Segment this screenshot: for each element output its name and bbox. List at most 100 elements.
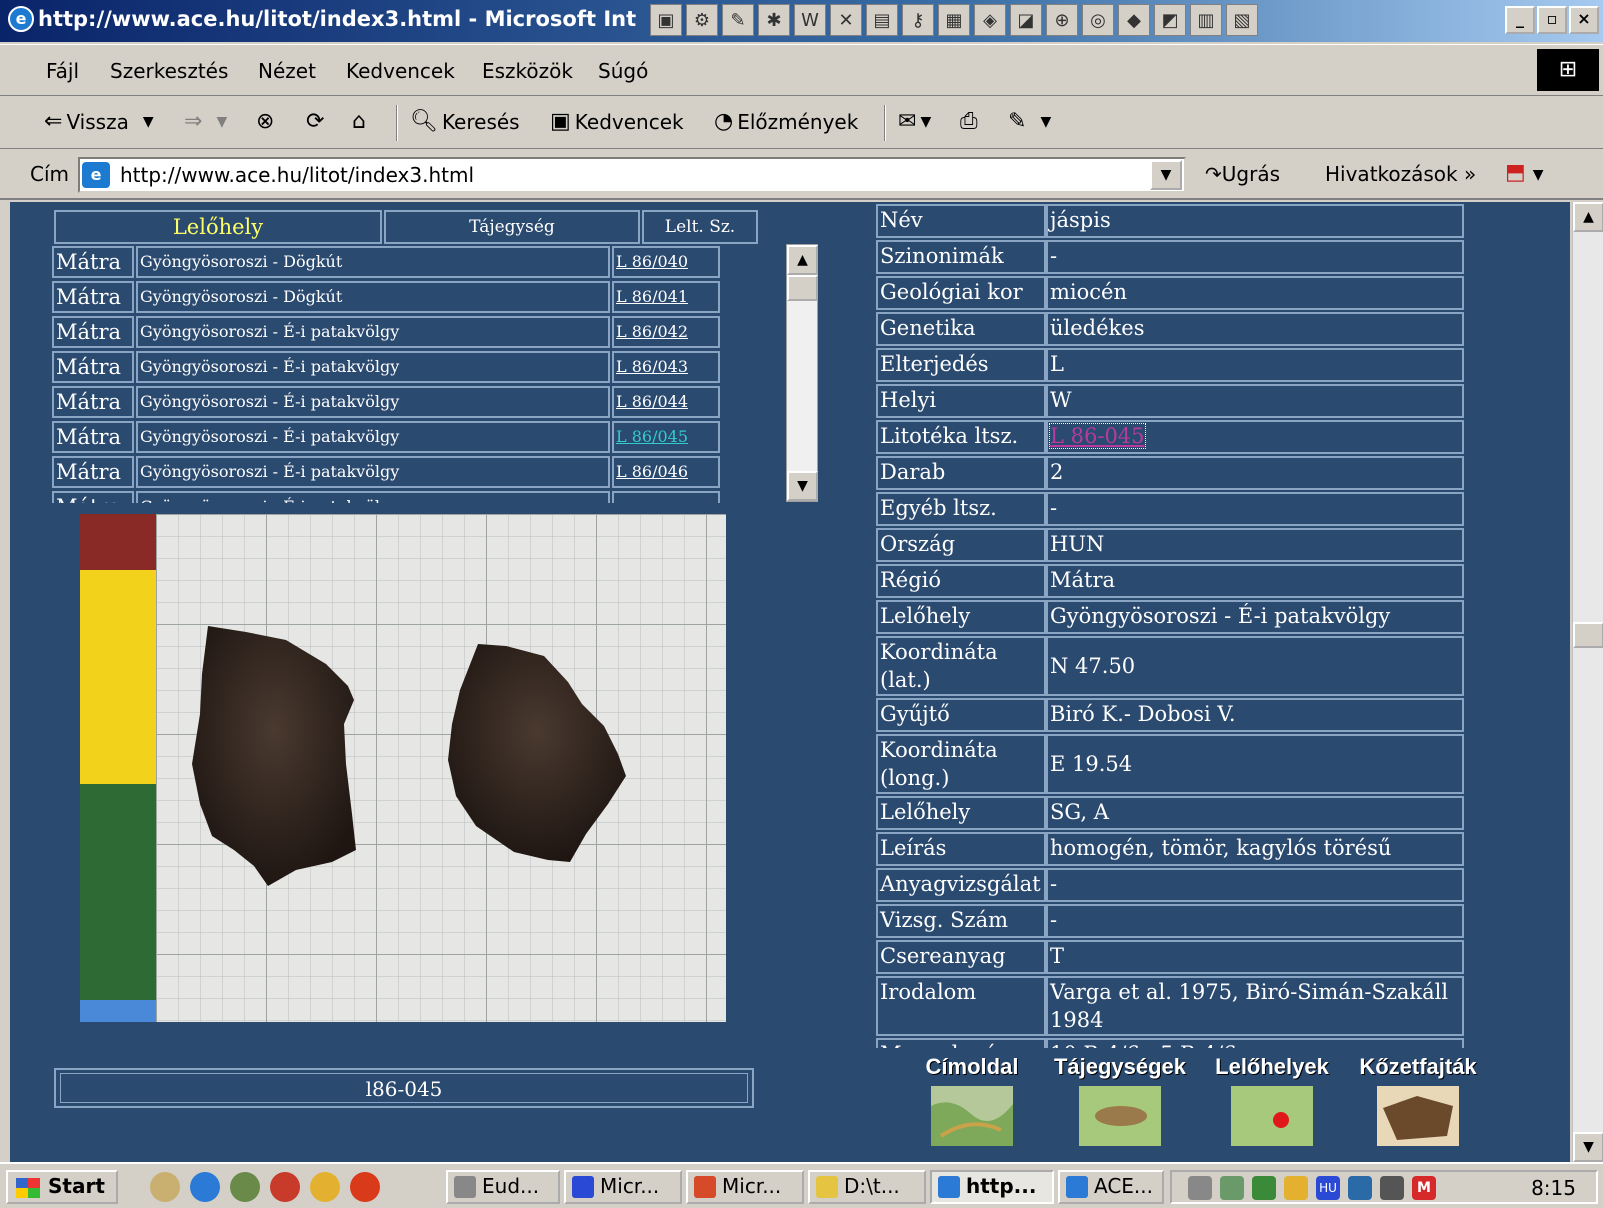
print-button[interactable]: ⎙ [960, 109, 978, 134]
menu-view[interactable]: Nézet [258, 59, 316, 83]
forward-button[interactable]: ⇒ ▼ [184, 109, 227, 134]
opera-quicklaunch-icon[interactable] [270, 1172, 300, 1202]
menu-help[interactable]: Súgó [598, 59, 648, 83]
dropdown-icon[interactable]: ▼ [216, 114, 227, 130]
address-input[interactable]: http://www.ace.hu/litot/index3.html [78, 157, 1186, 193]
row-id-link[interactable]: L 86/042 [612, 316, 720, 348]
links-button[interactable]: Hivatkozások » [1325, 162, 1476, 186]
task-eudora[interactable]: Eud... [446, 1170, 560, 1204]
edit-button[interactable]: ✎ ▼ [1008, 109, 1051, 134]
toolbar-icon[interactable]: W [794, 4, 826, 36]
home-button[interactable]: ⌂ [352, 109, 366, 134]
nav-rock-types[interactable]: Kőzetfajták [1348, 1054, 1488, 1150]
detail-row: Koordináta (long.) E 19.54 [876, 734, 1464, 794]
volume-icon[interactable] [1188, 1176, 1212, 1200]
list-row[interactable]: Mátra Gyöngyösoroszi - É-i patakvölgy L 86… [52, 456, 752, 490]
list-row[interactable]: Mátra Gyöngyösoroszi - Dögkút L 86/041 [52, 281, 752, 315]
tray-icon[interactable] [1252, 1176, 1276, 1200]
history-button[interactable]: ◔ Előzmények [714, 109, 858, 134]
toolbar-icon[interactable]: ⊕ [1046, 4, 1078, 36]
task-explorer[interactable]: D:\t... [808, 1170, 926, 1204]
toolbar-icon[interactable]: ▤ [866, 4, 898, 36]
ie-quicklaunch-icon[interactable] [190, 1172, 220, 1202]
list-scrollbar[interactable]: ▲ ▼ [786, 244, 818, 502]
toolbar-icon[interactable]: ▧ [1226, 4, 1258, 36]
refresh-button[interactable]: ⟳ [306, 109, 324, 134]
list-row-partial[interactable]: MátraGyöngyösoroszi - É-i patakvölgy [52, 491, 752, 503]
toolbar-icon[interactable]: ▣ [650, 4, 682, 36]
toolbar-icon[interactable]: ✎ [722, 4, 754, 36]
menu-favorites[interactable]: Kedvencek [346, 59, 455, 83]
task-powerpoint[interactable]: Micr... [686, 1170, 804, 1204]
row-id-link[interactable]: L 86/044 [612, 386, 720, 418]
tray-icon[interactable] [1284, 1176, 1308, 1200]
maximize-button[interactable]: ▫ [1537, 6, 1567, 34]
menu-file[interactable]: Fájl [46, 59, 79, 83]
search-button[interactable]: 🔍︎ Keresés [410, 109, 520, 134]
toolbar-icon[interactable]: ✕ [830, 4, 862, 36]
scroll-up-arrow[interactable]: ▲ [787, 245, 818, 275]
row-region: Mátra [52, 316, 134, 348]
list-row[interactable]: Mátra Gyöngyösoroszi - É-i patakvölgy L 86… [52, 421, 752, 455]
mail-button[interactable]: ✉ ▼ [898, 109, 931, 134]
stop-button[interactable]: ⊗ [256, 109, 274, 134]
tray-icon[interactable] [1380, 1176, 1404, 1200]
toolbar-icon[interactable]: ✱ [758, 4, 790, 36]
quicklaunch-icon[interactable] [310, 1172, 340, 1202]
row-id-link[interactable]: L 86/045 [612, 421, 720, 453]
start-button[interactable]: Start [6, 1170, 118, 1204]
detail-value: Biró K.- Dobosi V. [1046, 698, 1464, 732]
row-id-link[interactable]: L 86/043 [612, 351, 720, 383]
header-region[interactable]: Tájegység [384, 210, 640, 244]
toolbar-icon[interactable]: ▦ [938, 4, 970, 36]
scroll-up-arrow[interactable]: ▲ [1573, 202, 1603, 232]
menu-edit[interactable]: Szerkesztés [110, 59, 228, 83]
close-button[interactable]: × [1569, 6, 1599, 34]
quicklaunch-icon[interactable] [230, 1172, 260, 1202]
toolbar-icon[interactable]: ◩ [1154, 4, 1186, 36]
quicklaunch-icon[interactable] [350, 1172, 380, 1202]
list-row[interactable]: Mátra Gyöngyösoroszi - É-i patakvölgy L 86… [52, 316, 752, 350]
page-scrollbar[interactable]: ▲ ▼ [1572, 202, 1603, 1162]
tray-icon[interactable] [1348, 1176, 1372, 1200]
go-button[interactable]: ↷Ugrás [1205, 162, 1280, 186]
inventory-link[interactable]: L 86-045 [1049, 423, 1146, 449]
menu-tools[interactable]: Eszközök [482, 59, 573, 83]
row-id-link[interactable] [612, 491, 720, 503]
dropdown-icon[interactable]: ▼ [143, 114, 154, 130]
task-ie-active[interactable]: http... [930, 1170, 1054, 1204]
task-ace[interactable]: ACE... [1058, 1170, 1164, 1204]
favorites-button[interactable]: ▣ Kedvencek [550, 109, 684, 134]
header-site[interactable]: Lelőhely [54, 210, 382, 244]
tray-icon[interactable] [1220, 1176, 1244, 1200]
minimize-button[interactable]: _ [1505, 6, 1535, 34]
nav-home[interactable]: Címoldal [902, 1054, 1042, 1150]
list-row[interactable]: Mátra Gyöngyösoroszi - É-i patakvölgy L 86… [52, 386, 752, 420]
pdf-icon[interactable]: ⬒ ▼ [1505, 160, 1544, 185]
toolbar-icon[interactable]: ⚙ [686, 4, 718, 36]
nav-sites[interactable]: Lelőhelyek [1202, 1054, 1342, 1150]
toolbar-icon[interactable]: ◪ [1010, 4, 1042, 36]
toolbar-icon[interactable]: ⚷ [902, 4, 934, 36]
toolbar-icon[interactable]: ◎ [1082, 4, 1114, 36]
quicklaunch-icon[interactable] [150, 1172, 180, 1202]
nav-regions[interactable]: Tájegységek [1050, 1054, 1190, 1150]
toolbar-icon[interactable]: ▥ [1190, 4, 1222, 36]
task-word[interactable]: Micr... [564, 1170, 682, 1204]
scroll-down-arrow[interactable]: ▼ [1573, 1132, 1603, 1162]
back-button[interactable]: ⇐ Vissza ▼ [44, 109, 154, 134]
header-id[interactable]: Lelt. Sz. [642, 210, 758, 244]
scroll-thumb[interactable] [787, 275, 818, 301]
row-id-link[interactable]: L 86/041 [612, 281, 720, 313]
scroll-down-arrow[interactable]: ▼ [787, 471, 818, 501]
list-row[interactable]: Mátra Gyöngyösoroszi - É-i patakvölgy L 86… [52, 351, 752, 385]
list-row[interactable]: Mátra Gyöngyösoroszi - Dögkút L 86/040 [52, 246, 752, 280]
scroll-thumb[interactable] [1573, 622, 1603, 648]
row-id-link[interactable]: L 86/046 [612, 456, 720, 488]
toolbar-icon[interactable]: ◈ [974, 4, 1006, 36]
language-icon[interactable]: HU [1316, 1176, 1340, 1200]
tray-icon[interactable]: M [1412, 1176, 1436, 1200]
address-dropdown-button[interactable]: ▼ [1150, 160, 1182, 190]
row-id-link[interactable]: L 86/040 [612, 246, 720, 278]
toolbar-icon[interactable]: ◆ [1118, 4, 1150, 36]
